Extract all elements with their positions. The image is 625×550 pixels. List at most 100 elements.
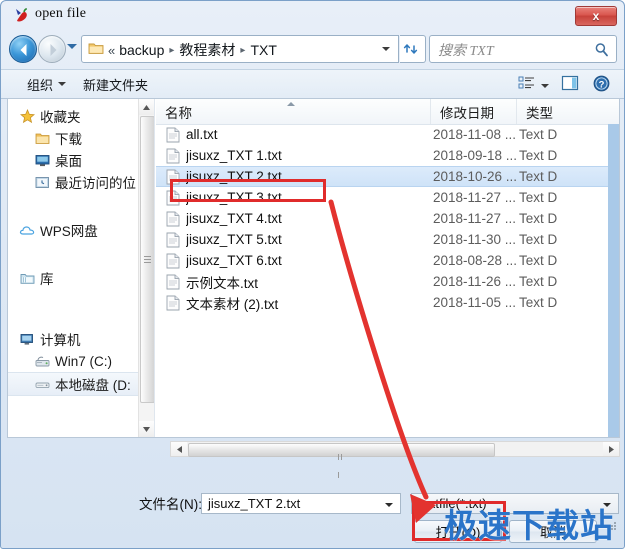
horizontal-scrollbar-thumb[interactable] — [188, 443, 495, 478]
table-row[interactable]: jisuxz_TXT 1.txt 2018-09-18 ... Text D — [156, 145, 619, 166]
file-type: Text D — [519, 127, 558, 142]
file-type: Text D — [519, 295, 558, 310]
folder-icon — [88, 41, 104, 60]
sidebar-item-label: 计算机 — [40, 333, 81, 348]
chevron-down-icon — [541, 83, 549, 88]
view-mode-button[interactable] — [518, 75, 549, 96]
file-date: 2018-08-28 ... — [433, 253, 518, 268]
file-date: 2018-11-27 ... — [433, 190, 517, 205]
column-header-date-modified[interactable]: 修改日期 — [431, 99, 517, 124]
chevron-down-icon[interactable] — [385, 503, 393, 507]
text-file-icon — [166, 274, 180, 290]
file-type: Text D — [519, 148, 558, 163]
breadcrumb-separator-0[interactable]: ▸ — [168, 45, 175, 56]
address-breadcrumb-bar[interactable]: « backup ▸ 教程素材 ▸ TXT — [81, 35, 399, 63]
filename-label: 文件名(N): — [139, 497, 202, 512]
local-disk-icon — [34, 376, 50, 392]
recent-places-icon — [34, 174, 50, 190]
recent-pages-dropdown[interactable] — [67, 44, 77, 49]
cancel-button[interactable]: 取消 — [509, 520, 597, 543]
sidebar-item-label: 收藏夹 — [40, 110, 81, 125]
filename-input[interactable]: jisuxz_TXT 2.txt — [201, 493, 401, 514]
organize-button[interactable]: 组织 — [23, 74, 70, 94]
close-button[interactable]: x — [575, 6, 617, 26]
table-row-selected[interactable]: jisuxz_TXT 2.txt 2018-10-26 ... Text D — [156, 166, 619, 187]
breadcrumb-item-0[interactable]: backup — [119, 42, 164, 58]
file-date: 2018-10-26 ... — [433, 169, 518, 184]
column-header-label: 名称 — [165, 105, 192, 121]
open-button[interactable]: 打开(O) — [414, 520, 502, 543]
sidebar-item-recent-places[interactable]: 最近访问的位 — [8, 171, 154, 193]
breadcrumb-separator-1[interactable]: ▸ — [239, 45, 246, 56]
refresh-button[interactable] — [400, 35, 426, 63]
help-button[interactable]: ? — [593, 75, 610, 97]
file-type: Text D — [519, 232, 558, 247]
navigation-scrollbar-thumb[interactable] — [140, 116, 154, 403]
search-icon — [594, 42, 609, 62]
breadcrumb: « backup ▸ 教程素材 ▸ TXT — [108, 39, 358, 61]
column-header-row: 名称 修改日期 类型 — [156, 99, 619, 125]
file-type: Text D — [519, 169, 558, 184]
sidebar-item-computer[interactable]: 计算机 — [8, 328, 154, 350]
scroll-up-arrow-icon[interactable] — [139, 99, 154, 115]
sort-ascending-icon — [287, 102, 295, 106]
table-row[interactable]: jisuxz_TXT 6.txt 2018-08-28 ... Text D — [156, 250, 619, 271]
table-row[interactable]: jisuxz_TXT 4.txt 2018-11-27 ... Text D — [156, 208, 619, 229]
sidebar-item-local-disk-d[interactable]: 本地磁盘 (D: — [8, 372, 154, 396]
file-date: 2018-09-18 ... — [433, 148, 518, 163]
back-button[interactable] — [9, 35, 37, 63]
refresh-icon — [400, 44, 424, 66]
new-folder-button[interactable]: 新建文件夹 — [79, 74, 152, 94]
sidebar-item-downloads[interactable]: 下载 — [8, 127, 154, 149]
text-file-icon — [166, 211, 180, 227]
table-row[interactable]: 文本素材 (2).txt 2018-11-05 ... Text D — [156, 292, 619, 313]
forward-button[interactable] — [38, 35, 66, 63]
file-date: 2018-11-08 ... — [433, 127, 517, 142]
text-file-icon — [166, 232, 180, 248]
text-file-icon — [166, 169, 180, 185]
chevron-down-icon — [58, 82, 67, 86]
chevron-down-icon[interactable] — [382, 47, 390, 51]
sidebar-item-favorites[interactable]: 收藏夹 — [8, 105, 154, 127]
search-input[interactable]: 搜索 TXT — [429, 35, 617, 63]
computer-icon — [19, 331, 35, 347]
star-icon — [19, 108, 35, 124]
sidebar-item-desktop[interactable]: 桌面 — [8, 149, 154, 171]
toolbar: 组织 新建文件夹 ? — [1, 69, 624, 99]
column-header-name[interactable]: 名称 — [156, 99, 431, 124]
file-type: Text D — [519, 211, 558, 226]
file-list-scrollbar[interactable] — [608, 124, 619, 437]
table-row[interactable]: all.txt 2018-11-08 ... Text D — [156, 124, 619, 145]
table-row[interactable]: jisuxz_TXT 5.txt 2018-11-30 ... Text D — [156, 229, 619, 250]
breadcrumb-overflow[interactable]: « — [108, 43, 115, 58]
column-header-label: 修改日期 — [440, 105, 494, 121]
table-row[interactable]: jisuxz_TXT 3.txt 2018-11-27 ... Text D — [156, 187, 619, 208]
sidebar-item-win7-c[interactable]: Win7 (C:) — [8, 350, 154, 372]
table-row[interactable]: 示例文本.txt 2018-11-26 ... Text D — [156, 271, 619, 292]
sidebar-item-wps-cloud[interactable]: WPS网盘 — [8, 219, 154, 241]
scroll-left-arrow-icon[interactable] — [171, 442, 187, 456]
horizontal-scrollbar[interactable] — [170, 441, 620, 478]
filetype-dropdown[interactable]: textfile(*.txt) — [411, 493, 619, 514]
scroll-down-arrow-icon[interactable] — [139, 421, 154, 437]
sidebar-item-libraries[interactable]: 库 — [8, 267, 154, 289]
scroll-right-arrow-icon[interactable] — [603, 442, 619, 456]
close-icon: x — [592, 9, 600, 23]
file-name: jisuxz_TXT 5.txt — [186, 232, 282, 247]
cloud-icon — [19, 222, 35, 238]
preview-pane-button[interactable] — [561, 75, 579, 96]
resize-grip-icon[interactable] — [606, 520, 618, 532]
desktop-icon — [34, 152, 50, 168]
file-name: jisuxz_TXT 3.txt — [186, 190, 282, 205]
chevron-down-icon — [603, 503, 611, 507]
navigation-pane-scrollbar[interactable] — [138, 99, 154, 437]
view-list-icon — [518, 75, 536, 96]
column-header-type[interactable]: 类型 — [517, 99, 597, 124]
breadcrumb-item-1[interactable]: 教程素材 — [179, 40, 235, 60]
file-date: 2018-11-27 ... — [433, 211, 517, 226]
open-file-dialog: open file x « backup ▸ 教程素材 ▸ TXT 搜索 TXT… — [0, 0, 625, 549]
breadcrumb-item-2[interactable]: TXT — [250, 42, 276, 58]
